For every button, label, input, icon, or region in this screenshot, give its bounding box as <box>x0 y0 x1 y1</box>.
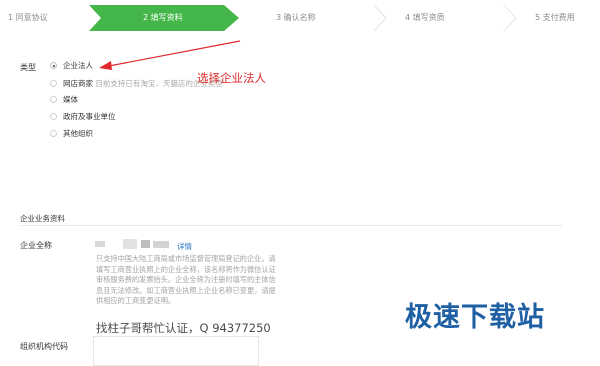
step-confirm-name: 3 确认名称 <box>276 5 316 31</box>
section-title: 企业业务资料 <box>20 214 65 223</box>
step-label: 4 填写资质 <box>405 13 445 22</box>
step-pay-fee: 5 支付费用 <box>535 5 575 31</box>
step-separator-icon <box>373 5 387 31</box>
radio-label: 网店商家 <box>63 79 93 88</box>
site-brand-logo: 极速下载站 <box>405 302 545 333</box>
section-divider <box>20 225 562 226</box>
step-label: 3 确认名称 <box>276 13 316 22</box>
org-code-label: 组织机构代码 <box>20 342 68 351</box>
radio-unchecked-icon <box>50 80 57 87</box>
radio-unchecked-icon <box>50 130 57 137</box>
step-progress-bar: 1 同意协议 2 填写资料 3 确认名称 4 填写资质 5 支付费用 <box>0 5 600 31</box>
company-name-redacted <box>95 239 169 249</box>
radio-unchecked-icon <box>50 113 57 120</box>
org-code-input[interactable] <box>93 336 259 366</box>
radio-label: 企业法人 <box>63 61 93 70</box>
annotation-text: 选择企业法人 <box>197 71 266 85</box>
radio-unchecked-icon <box>50 96 57 103</box>
step-agree-protocol: 1 同意协议 <box>8 5 48 31</box>
step-label: 1 同意协议 <box>8 13 48 22</box>
detail-link[interactable]: 详情 <box>177 241 192 252</box>
radio-label: 政府及事业单位 <box>63 112 116 121</box>
step-fill-qualification: 4 填写资质 <box>405 5 445 31</box>
step-label: 2 填写资料 <box>143 13 183 22</box>
radio-label: 其他组织 <box>63 129 93 138</box>
step-fill-info: 2 填写资料 <box>143 5 183 31</box>
step-separator-icon <box>503 5 517 31</box>
full-name-description: 只支持中国大陆工商局或市场监督管理局登记的企业。请填写工商营业执照上的企业全称，… <box>96 254 276 305</box>
radio-label: 媒体 <box>63 95 78 104</box>
annotation-arrow-icon <box>99 40 241 70</box>
type-label: 类型 <box>20 63 36 72</box>
radio-checked-icon <box>50 62 57 69</box>
full-name-label: 企业全称 <box>20 241 52 250</box>
watermark-text: 找柱子哥帮忙认证，Q 94377250 <box>96 321 271 335</box>
step-label: 5 支付费用 <box>535 13 575 22</box>
